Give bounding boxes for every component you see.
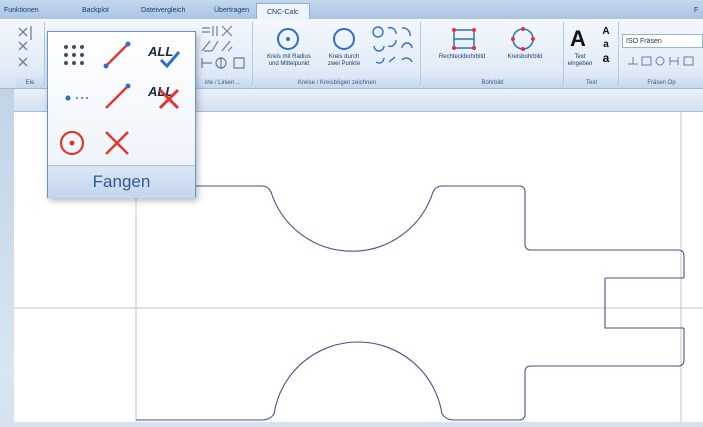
grid-snap-icon[interactable] [60, 40, 96, 72]
milling-standard-dropdown[interactable]: ISO Fräsen [622, 34, 703, 48]
circle-two-points-button-label[interactable]: Kreis durch zwei Punkte [320, 54, 368, 68]
group-separator [563, 22, 564, 86]
snap-all-button[interactable]: ALL [146, 42, 186, 70]
rectangle-drill-pattern-icon[interactable] [451, 26, 477, 52]
element-tools-icon[interactable] [16, 24, 44, 74]
snap-group-label: Fangen [48, 165, 195, 198]
text-size-icon-3[interactable]: a [600, 52, 612, 65]
line-tools-icon[interactable] [198, 24, 250, 76]
group-separator [420, 22, 421, 86]
arc-tools-icon[interactable] [372, 24, 418, 72]
text-big-a-icon[interactable]: A [568, 27, 588, 51]
group-label-text: Text [565, 78, 618, 88]
group-separator [44, 22, 45, 86]
text-entry-button-label[interactable]: Text eingeben [566, 54, 594, 68]
midpoint-snap-icon[interactable] [100, 80, 136, 112]
center-snap-icon[interactable] [56, 126, 92, 158]
text-size-icon-2[interactable]: a [600, 39, 612, 50]
cross-out-icon [158, 88, 180, 110]
circle-two-points-icon[interactable] [332, 27, 356, 51]
checkmark-icon [159, 51, 181, 69]
group-separator [252, 22, 253, 86]
circle-center-radius-icon[interactable] [276, 27, 300, 51]
endpoint-snap-icon[interactable] [100, 38, 136, 70]
circle-radius-button-label[interactable]: Kreis mit Radius und Mittelpunkt [256, 54, 322, 68]
ribbon-tab-strip: Funktionen Backplot Dateivergleich Übert… [0, 0, 703, 20]
tab-f[interactable]: F [694, 2, 698, 19]
snap-none-button[interactable]: ALL [146, 82, 186, 112]
tab-backplot[interactable]: Backplot [82, 2, 109, 19]
snap-popup: ALL ALL Fangen [47, 31, 196, 198]
group-label-fraesen: Fräsen Op [620, 78, 703, 88]
group-label-ele: Ele [16, 78, 44, 88]
group-label-points-lines: kte / Linien ... [194, 78, 252, 88]
circle-drill-pattern-icon[interactable] [510, 26, 536, 52]
circle-drill-button-label[interactable]: Kreisbohrbild [498, 54, 552, 61]
text-size-icon-1[interactable]: A [600, 26, 612, 37]
rect-drill-button-label[interactable]: Rechteckbohrbild [426, 54, 498, 61]
line-point-snap-icon[interactable] [60, 82, 96, 114]
tab-cnc-calc[interactable]: CNC-Calc [256, 3, 310, 20]
milling-options-icons[interactable] [626, 54, 702, 68]
group-separator [618, 22, 619, 86]
tab-uebertragen[interactable]: Übertragen [214, 2, 249, 19]
tab-funktionen[interactable]: Funktionen [4, 2, 39, 19]
intersection-snap-icon[interactable] [100, 126, 136, 158]
tab-dateivergleich[interactable]: Dateivergleich [141, 2, 185, 19]
group-label-bohrbild: Bohrbild [422, 78, 563, 88]
group-label-circles: Kreise / Kreisbögen zeichnen [254, 78, 420, 88]
